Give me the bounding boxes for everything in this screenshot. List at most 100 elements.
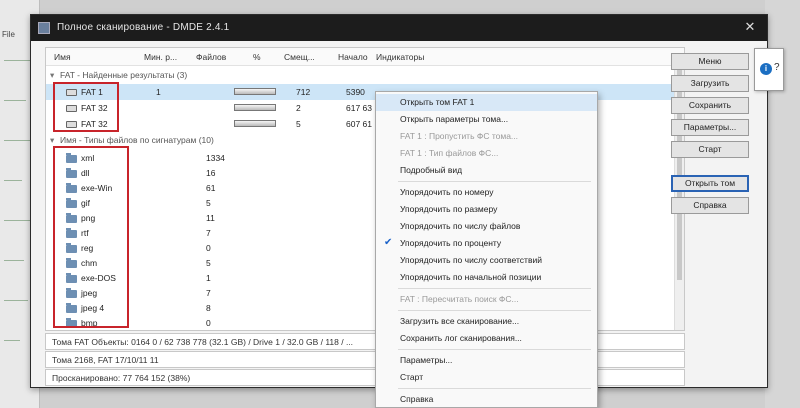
- file-count: 1334: [206, 153, 225, 163]
- annotation-box-file-types: [53, 146, 129, 328]
- volume-offset: 5: [296, 119, 301, 129]
- file-count: 7: [206, 288, 211, 298]
- progress-bar: [234, 120, 276, 127]
- menu-item-label: Сохранить лог сканирования...: [400, 333, 522, 343]
- file-count: 16: [206, 168, 216, 178]
- annotation-box-volumes: [53, 82, 119, 132]
- menu-item-help[interactable]: Справка: [376, 391, 597, 408]
- menu-item-label: Справка: [400, 394, 434, 404]
- group-header-fat[interactable]: ▾ FAT - Найденные результаты (3): [50, 70, 187, 81]
- column-start[interactable]: Начало: [338, 52, 368, 62]
- column-percent[interactable]: %: [253, 52, 261, 62]
- question-icon[interactable]: ?: [774, 62, 780, 73]
- menu-item-label: Упорядочить по номеру: [400, 187, 494, 197]
- load-button[interactable]: Загрузить: [671, 75, 749, 92]
- menu-item-sort-size[interactable]: Упорядочить по размеру: [376, 201, 597, 218]
- menu-item-detailed-view[interactable]: Подробный вид: [376, 162, 597, 179]
- context-menu: Открыть том FAT 1 Открыть параметры тома…: [375, 91, 598, 408]
- file-count: 5: [206, 258, 211, 268]
- volume-start: 5390: [346, 87, 365, 97]
- menu-item-load-scan[interactable]: Загрузить все сканирование...: [376, 313, 597, 330]
- window-title: Полное сканирование - DMDE 2.4.1: [57, 22, 230, 33]
- file-count: 7: [206, 228, 211, 238]
- title-bar[interactable]: Полное сканирование - DMDE 2.4.1 ✕: [31, 15, 767, 41]
- menu-item-label: Старт: [400, 372, 424, 382]
- menu-item-label: Упорядочить по числу файлов: [400, 221, 521, 231]
- menu-item-label: Упорядочить по проценту: [400, 238, 502, 248]
- bg-divider: [4, 100, 26, 101]
- menu-item-volume-params[interactable]: Открыть параметры тома...: [376, 111, 597, 128]
- progress-bar: [234, 104, 276, 111]
- chevron-down-icon[interactable]: ▾: [50, 135, 60, 146]
- help-button[interactable]: Справка: [671, 197, 749, 214]
- column-min-size[interactable]: Мин. р...: [144, 52, 177, 62]
- file-count: 11: [206, 213, 215, 223]
- volume-start: 617 63: [346, 103, 372, 113]
- group-header-file-types[interactable]: ▾ Имя - Типы файлов по сигнатурам (10): [50, 135, 214, 146]
- volume-start: 607 61: [346, 119, 372, 129]
- open-volume-button[interactable]: Открыть том: [671, 175, 749, 192]
- menu-item-label: Загрузить все сканирование...: [400, 316, 520, 326]
- menu-item-label: Открыть параметры тома...: [400, 114, 509, 124]
- app-icon: [38, 22, 50, 34]
- group-label: Имя - Типы файлов по сигнатурам (10): [60, 135, 214, 145]
- file-count: 5: [206, 198, 211, 208]
- menu-item-label: Открыть том FAT 1: [400, 97, 475, 107]
- bg-divider: [4, 300, 28, 301]
- save-button[interactable]: Сохранить: [671, 97, 749, 114]
- menu-item-fs-file-type[interactable]: FAT 1 : Тип файлов ФС...: [376, 145, 597, 162]
- bg-text: File: [2, 30, 15, 39]
- bg-divider: [4, 220, 30, 221]
- menu-item-open-volume[interactable]: Открыть том FAT 1: [376, 94, 597, 111]
- menu-item-save-log[interactable]: Сохранить лог сканирования...: [376, 330, 597, 347]
- volume-size: 1: [156, 87, 161, 97]
- menu-item-label: Упорядочить по числу соответствий: [400, 255, 542, 265]
- menu-item-parameters[interactable]: Параметры...: [376, 352, 597, 369]
- file-count: 0: [206, 318, 211, 328]
- menu-item-sort-files[interactable]: Упорядочить по числу файлов: [376, 218, 597, 235]
- info-icon[interactable]: i: [760, 63, 772, 75]
- column-offset[interactable]: Смещ...: [284, 52, 315, 62]
- file-count: 1: [206, 273, 211, 283]
- column-name[interactable]: Имя: [54, 52, 71, 62]
- menu-item-recalc-fs[interactable]: FAT : Пересчитать поиск ФС...: [376, 291, 597, 308]
- volume-offset: 712: [296, 87, 311, 97]
- menu-item-label: Подробный вид: [400, 165, 463, 175]
- help-badge[interactable]: i ?: [754, 48, 784, 91]
- menu-item-sort-start[interactable]: Упорядочить по начальной позиции: [376, 269, 597, 286]
- file-count: 0: [206, 243, 211, 253]
- close-icon[interactable]: ✕: [741, 18, 759, 36]
- bg-divider: [4, 180, 22, 181]
- file-count: 61: [206, 183, 216, 193]
- menu-item-label: Упорядочить по размеру: [400, 204, 498, 214]
- menu-item-sort-percent[interactable]: ✔ Упорядочить по проценту: [376, 235, 597, 252]
- menu-item-label: FAT : Пересчитать поиск ФС...: [400, 294, 519, 304]
- menu-item-sort-matches[interactable]: Упорядочить по числу соответствий: [376, 252, 597, 269]
- menu-separator: [398, 388, 591, 389]
- menu-separator: [398, 181, 591, 182]
- menu-item-skip-fs[interactable]: FAT 1 : Пропустить ФС тома...: [376, 128, 597, 145]
- menu-item-label: FAT 1 : Пропустить ФС тома...: [400, 131, 519, 141]
- start-button[interactable]: Старт: [671, 141, 749, 158]
- menu-item-sort-number[interactable]: Упорядочить по номеру: [376, 184, 597, 201]
- bg-divider: [4, 340, 20, 341]
- progress-bar: [234, 88, 276, 95]
- chevron-down-icon[interactable]: ▾: [50, 70, 60, 81]
- group-label: FAT - Найденные результаты (3): [60, 70, 188, 80]
- parameters-button[interactable]: Параметры...: [671, 119, 749, 136]
- bg-divider: [4, 260, 24, 261]
- checkmark-icon: ✔: [384, 237, 393, 248]
- bg-divider: [4, 60, 32, 61]
- list-header: Имя Мин. р... Файлов % Смещ... Начало Ин…: [46, 48, 684, 66]
- file-count: 8: [206, 303, 211, 313]
- menu-item-start[interactable]: Старт: [376, 369, 597, 386]
- menu-button[interactable]: Меню: [671, 53, 749, 70]
- column-indicators[interactable]: Индикаторы: [376, 52, 424, 62]
- menu-separator: [398, 349, 591, 350]
- menu-separator: [398, 310, 591, 311]
- menu-item-label: FAT 1 : Тип файлов ФС...: [400, 148, 499, 158]
- column-files[interactable]: Файлов: [196, 52, 226, 62]
- menu-item-label: Параметры...: [400, 355, 453, 365]
- menu-item-label: Упорядочить по начальной позиции: [400, 272, 542, 282]
- volume-offset: 2: [296, 103, 301, 113]
